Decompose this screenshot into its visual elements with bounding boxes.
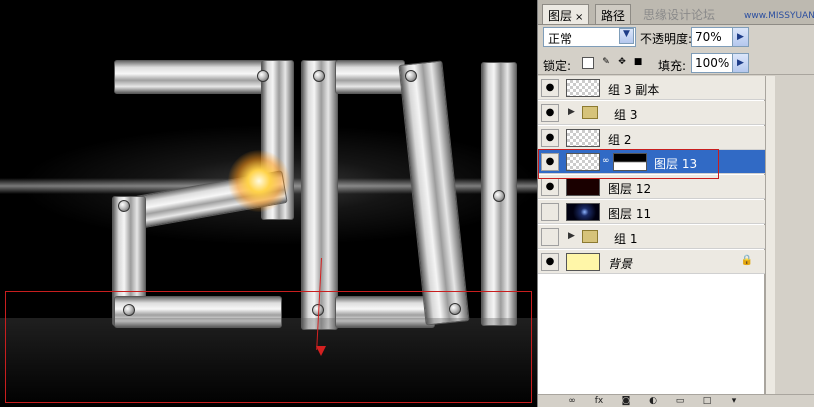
opacity-input[interactable]: 70% (691, 27, 736, 47)
eye-icon[interactable]: ● (541, 79, 559, 97)
expand-arrow-icon[interactable]: ▶ (568, 231, 575, 241)
layer-thumbnail (566, 79, 600, 97)
eye-icon[interactable]: ● (541, 129, 559, 147)
lock-icon: 🔒 (740, 255, 753, 266)
lock-row: 锁定: ✎ ✥ ■ 填充: 100% ▶ (538, 51, 814, 75)
tab-layers[interactable]: 图层 × (542, 4, 590, 24)
layer-name: 组 3 (614, 108, 638, 122)
opacity-value: 70% (695, 30, 722, 44)
layer-name: 组 1 (614, 232, 638, 246)
layer-row[interactable]: ● 图层 11 (538, 200, 765, 224)
panel-footer: ∞ fx ◙ ◐ ▭ □ ▾ (538, 394, 814, 407)
close-icon[interactable]: × (575, 12, 583, 23)
opacity-slider-button[interactable]: ▶ (732, 27, 749, 47)
fx-icon[interactable]: fx (593, 396, 605, 407)
layer-name: 图层 12 (608, 182, 652, 196)
folder-icon (582, 230, 598, 243)
fill-input[interactable]: 100% (691, 53, 736, 73)
tab-paths[interactable]: 路径 (595, 4, 632, 24)
fill-slider-button[interactable]: ▶ (732, 53, 749, 73)
eye-icon[interactable]: ● (541, 178, 559, 196)
watermark-text: 思缘设计论坛 (643, 8, 716, 22)
layer-row[interactable]: ● 背景 🔒 (538, 250, 765, 274)
group-icon[interactable]: ▭ (674, 396, 686, 407)
eye-icon[interactable]: ● (541, 253, 559, 271)
layer-row[interactable]: ● ▶ 组 3 (538, 101, 765, 125)
move-icon[interactable]: ✥ (616, 57, 628, 69)
eye-icon[interactable]: ● (541, 203, 559, 221)
screw-icon (405, 70, 417, 82)
lock-icon[interactable]: ■ (632, 57, 644, 69)
layers-list: ● 组 3 副本 ● ▶ 组 3 ● 组 2 ● ∞ 图层 13 ● 图层 12… (538, 76, 765, 394)
transparent-lock-icon[interactable] (582, 57, 594, 69)
tab-label: 路径 (601, 9, 626, 23)
screw-icon (313, 70, 325, 82)
folder-icon (582, 106, 598, 119)
screw-icon (257, 70, 269, 82)
layer-name: 图层 11 (608, 207, 652, 221)
panel-filler (775, 76, 814, 394)
layer-thumbnail (566, 203, 600, 221)
panel-tabbar: 图层× 路径 思缘设计论坛 www.MISSYUAN.COM (538, 0, 814, 25)
arrow-head-icon (316, 346, 326, 356)
eye-icon[interactable]: ● (541, 104, 559, 122)
mask-icon[interactable]: ◙ (620, 396, 632, 407)
fill-label: 填充: (658, 59, 687, 73)
layer-name: 背景 (608, 257, 633, 271)
adjustment-icon[interactable]: ◐ (647, 396, 659, 407)
layers-panel: 图层× 路径 思缘设计论坛 www.MISSYUAN.COM 正常 ▼ 不透明度… (537, 0, 814, 407)
blend-row: 正常 ▼ 不透明度: 70% ▶ (538, 25, 814, 49)
document-canvas[interactable] (0, 0, 537, 407)
layer-row[interactable]: ● ▶ 组 1 (538, 225, 765, 249)
highlight-rectangle (538, 149, 719, 179)
layer-thumbnail (566, 253, 600, 271)
layer-name: 组 3 副本 (608, 83, 660, 97)
tab-label: 图层 (548, 9, 573, 23)
trash-icon[interactable]: ▾ (728, 396, 740, 407)
new-layer-icon[interactable]: □ (701, 396, 713, 407)
layer-row[interactable]: ● 组 2 (538, 126, 765, 150)
screw-icon (493, 190, 505, 202)
expand-arrow-icon[interactable]: ▶ (568, 107, 575, 117)
eye-icon[interactable]: ● (541, 228, 559, 246)
layers-scrollbar[interactable] (765, 76, 775, 394)
metal-bar (335, 60, 405, 94)
opacity-label: 不透明度: (640, 32, 693, 46)
layer-row[interactable]: ● 组 3 副本 (538, 76, 765, 100)
watermark-url: www.MISSYUAN.COM (744, 11, 814, 21)
layer-name: 组 2 (608, 133, 632, 147)
blend-mode-value: 正常 (548, 32, 573, 46)
chevron-down-icon[interactable]: ▼ (619, 28, 634, 44)
fill-value: 100% (695, 56, 730, 70)
layer-thumbnail (566, 178, 600, 196)
screw-icon (118, 200, 130, 212)
link-layers-icon[interactable]: ∞ (566, 396, 578, 407)
brush-icon[interactable]: ✎ (600, 57, 612, 69)
layer-thumbnail (566, 129, 600, 147)
spark-glow (228, 150, 290, 212)
lock-label: 锁定: (543, 59, 572, 73)
highlight-rectangle (5, 291, 532, 403)
